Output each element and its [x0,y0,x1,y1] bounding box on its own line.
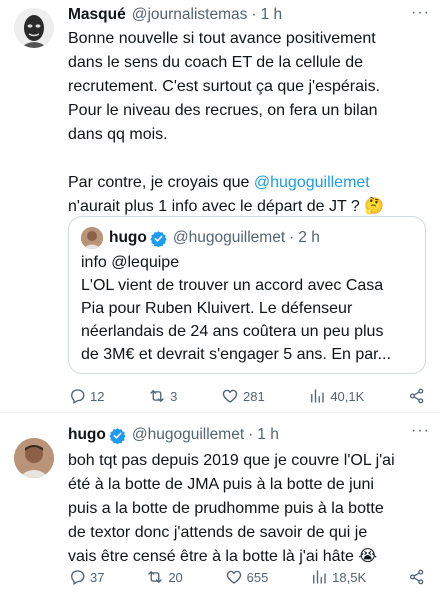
retweet-icon [148,387,166,405]
quote-line: info @lequipe [81,254,180,271]
like-icon [225,568,243,586]
more-icon[interactable]: ··· [411,422,430,440]
tweet-line: Pour le niveau des recrues, on fera un b… [68,102,378,119]
views-button[interactable]: 40,1K [308,387,364,405]
reply-count: 37 [90,569,105,585]
tweet-header: hugo @hugoguillemet · 1 h [68,426,410,444]
tweet-text: boh tqt pas depuis 2019 que je couvre l'… [68,449,428,569]
text-fragment: Par contre, je croyais que [68,174,254,191]
views-button[interactable]: 18,5K [310,568,366,586]
quote-line: Pia pour Ruben Kluivert. Le défenseur [81,300,353,317]
separator-dot: · [248,426,254,443]
verified-badge-icon [109,427,126,444]
separator-dot: · [251,6,257,23]
timestamp[interactable]: 1 h [257,426,279,444]
views-count: 18,5K [332,569,367,585]
quote-line: néerlandais de 24 ans coûtera un peu plu… [81,323,384,340]
user-handle[interactable]: @hugoguillemet [173,229,285,247]
action-bar: 37 20 655 18,5K [68,568,426,586]
quote-line: L'OL vient de trouver un accord avec Cas… [81,277,384,294]
retweet-button[interactable]: 3 [148,387,177,405]
tweet-line: de textor donc j'attends de savoir de qu… [68,524,368,541]
more-icon[interactable]: ··· [411,4,430,22]
reply-icon [68,568,86,586]
divider [0,412,440,413]
views-count: 40,1K [330,388,365,404]
quoted-tweet[interactable]: hugo @hugoguillemet · 2 h info @lequipe … [68,216,426,374]
quote-line: de 3M€ et devrait s'engager 5 ans. En pa… [81,346,391,363]
avatar[interactable] [14,8,54,48]
user-photo-icon [14,438,54,478]
tweet-header: Masqué @journalistemas · 1 h [68,6,410,24]
like-icon [221,387,239,405]
retweet-icon [146,568,164,586]
reply-button[interactable]: 37 [68,568,104,586]
reply-button[interactable]: 12 [68,387,104,405]
like-count: 655 [246,569,269,585]
views-icon [308,387,326,405]
mention-link[interactable]: @hugoguillemet [254,174,370,191]
separator-dot: · [289,229,295,246]
like-count: 281 [242,388,265,404]
tweet-masque[interactable]: Masqué @journalistemas · 1 h ··· Bonne n… [0,0,440,412]
tweet-line: Bonne nouvelle si tout avance positiveme… [68,30,376,47]
tweet-line: été à la botte de JMA puis à la botte de… [68,476,374,493]
tweet-line: vais être censé être à la botte là j'ai … [68,548,378,565]
user-handle[interactable]: @journalistemas [132,6,248,24]
user-handle[interactable]: @hugoguillemet [132,426,244,444]
tweet-line: dans le sens du coach ET de la cellule d… [68,54,364,71]
retweet-button[interactable]: 20 [146,568,183,586]
reply-count: 12 [90,388,105,404]
display-name[interactable]: hugo [109,229,147,247]
views-icon [310,568,328,586]
share-icon [408,387,426,405]
like-button[interactable]: 281 [221,387,265,405]
display-name[interactable]: hugo [68,426,106,444]
share-button[interactable] [408,568,426,586]
reply-icon [68,387,86,405]
verified-badge-icon [150,230,167,247]
like-button[interactable]: 655 [225,568,269,586]
tweet-text: Bonne nouvelle si tout avance positiveme… [68,27,428,219]
avatar[interactable] [14,438,54,478]
retweet-count: 3 [170,388,178,404]
user-photo-icon [81,227,103,249]
avatar[interactable] [81,227,103,249]
share-icon [408,568,426,586]
share-button[interactable] [408,387,426,405]
tweet-line: recrutement. C'est surtout ça que j'espé… [68,78,381,95]
tweet-line: puis a la botte de prudhomme puis à la b… [68,500,384,517]
quote-header: hugo @hugoguillemet · 2 h [81,227,320,249]
timestamp[interactable]: 1 h [261,6,283,24]
tweet-line: dans qq mois. [68,126,168,143]
quote-text: info @lequipe L'OL vient de trouver un a… [81,251,415,366]
retweet-count: 20 [168,569,183,585]
masked-face-icon [14,8,54,48]
tweet-line: boh tqt pas depuis 2019 que je couvre l'… [68,452,395,469]
timestamp[interactable]: 2 h [298,229,320,247]
tweet-line: Par contre, je croyais que @hugoguilleme… [68,171,428,195]
display-name[interactable]: Masqué [68,6,126,24]
action-bar: 12 3 281 40,1K [68,387,426,405]
